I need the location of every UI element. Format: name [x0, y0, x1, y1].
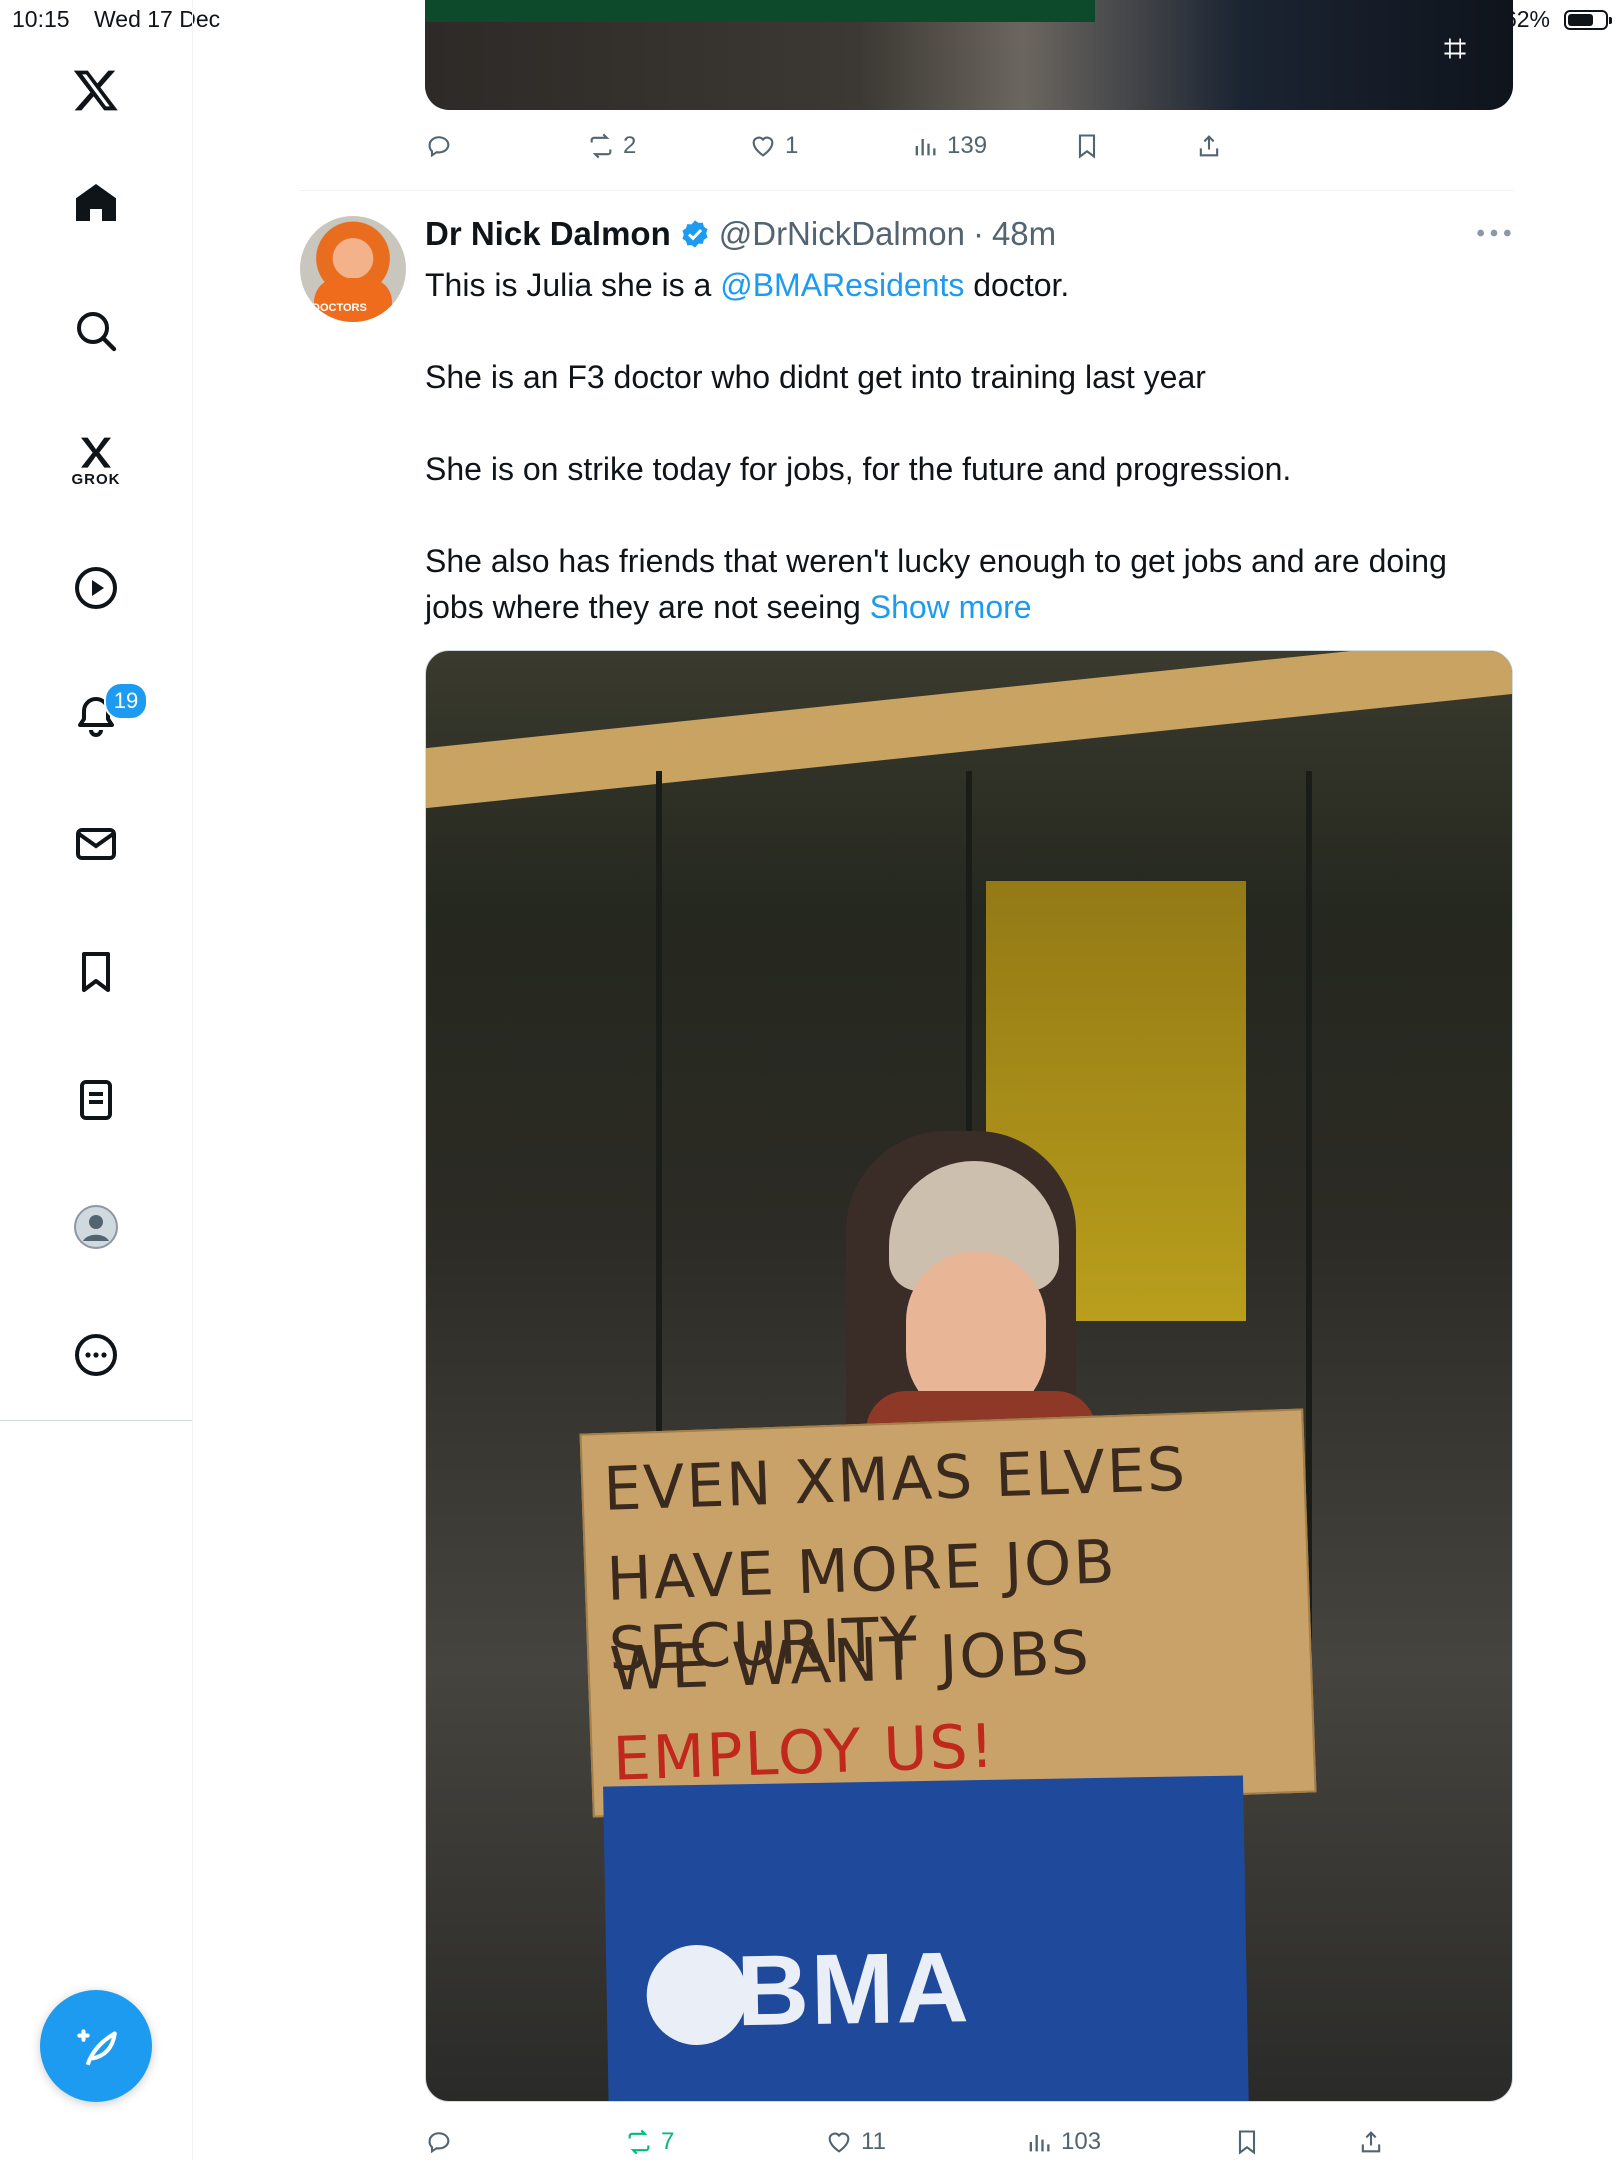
- search-icon[interactable]: [0, 286, 192, 376]
- share-button[interactable]: [1195, 126, 1223, 166]
- text-paragraph-3: She is on strike today for jobs, for the…: [425, 451, 1292, 487]
- views-count: 103: [1061, 2128, 1102, 2155]
- timeline: ⌗ 2 1 139 DOCTORS Dr Nick Dalmon @DrNick…: [300, 0, 1514, 2160]
- reply-button[interactable]: [425, 126, 453, 166]
- bookmark-button[interactable]: [1233, 2122, 1261, 2162]
- post-separator: [300, 190, 1514, 191]
- verified-badge-icon: [682, 220, 708, 248]
- views-button[interactable]: 103: [1025, 2122, 1101, 2162]
- share-icon: [1361, 2131, 1381, 2153]
- previous-post-actions: 2 1 139: [425, 126, 1513, 166]
- like-count: 11: [861, 2128, 886, 2155]
- text-part: This is Julia she is a: [425, 267, 721, 303]
- more-options-icon[interactable]: [1474, 218, 1514, 248]
- text-part: doctor.: [964, 267, 1070, 303]
- video-icon[interactable]: [0, 543, 192, 633]
- avatar-text: DOCTORS: [312, 302, 367, 314]
- post-text: This is Julia she is a @BMAResidents doc…: [425, 262, 1513, 630]
- messages-icon[interactable]: [0, 799, 192, 889]
- post-time[interactable]: 48m: [992, 215, 1056, 253]
- compose-icon: [77, 2029, 117, 2066]
- views-count: 139: [947, 132, 988, 159]
- bma-flag: BMA: [603, 1775, 1249, 2101]
- heart-icon: [828, 2132, 850, 2153]
- post-image[interactable]: EVEN XMAS ELVES HAVE MORE JOB SECURITY W…: [425, 650, 1513, 2102]
- sidebar: GROK 19: [0, 0, 193, 2160]
- more-icon[interactable]: [0, 1310, 192, 1400]
- bma-logo-icon: [645, 1944, 748, 2046]
- grok-icon[interactable]: GROK: [0, 414, 192, 504]
- avatar[interactable]: DOCTORS: [300, 216, 406, 322]
- notification-badge: 19: [104, 682, 148, 720]
- text-paragraph-2: She is an F3 doctor who didnt get into t…: [425, 359, 1206, 395]
- reply-button[interactable]: [425, 2122, 453, 2162]
- lists-icon[interactable]: [0, 1055, 192, 1145]
- views-button[interactable]: 139: [911, 126, 987, 166]
- heart-icon: [752, 136, 774, 157]
- share-icon: [1199, 135, 1219, 157]
- author-handle[interactable]: @DrNickDalmon: [719, 215, 965, 253]
- repost-count: 7: [661, 2128, 675, 2155]
- bookmarks-icon[interactable]: [0, 927, 192, 1017]
- views-icon: [1029, 2135, 1050, 2152]
- share-button[interactable]: [1357, 2122, 1385, 2162]
- x-logo-icon[interactable]: [0, 45, 192, 135]
- repost-count: 2: [623, 132, 637, 159]
- repost-button[interactable]: 7: [625, 2122, 674, 2162]
- dot-separator: ·: [972, 215, 984, 252]
- flag-text: BMA: [735, 1931, 972, 2048]
- compose-button[interactable]: [40, 1990, 152, 2102]
- bookmark-button[interactable]: [1073, 126, 1101, 166]
- like-count: 1: [785, 132, 799, 159]
- repost-icon: [590, 133, 612, 159]
- sign-line: EVEN XMAS ELVES: [602, 1434, 1189, 1525]
- reply-icon: [428, 2132, 450, 2154]
- sidebar-divider: [0, 1420, 192, 1421]
- like-button[interactable]: 1: [749, 126, 798, 166]
- views-icon: [915, 139, 936, 156]
- profile-icon[interactable]: [0, 1182, 192, 1272]
- repost-button[interactable]: 2: [587, 126, 636, 166]
- like-button[interactable]: 11: [825, 2122, 886, 2162]
- mention-link[interactable]: @BMAResidents: [720, 267, 964, 303]
- bookmark-icon: [1078, 134, 1096, 159]
- post-header: Dr Nick Dalmon @DrNickDalmon · 48m: [425, 214, 1056, 254]
- post-actions: 7 11 103: [425, 2122, 1513, 2162]
- grok-label: GROK: [71, 470, 121, 488]
- protest-sign: EVEN XMAS ELVES HAVE MORE JOB SECURITY W…: [579, 1408, 1317, 1818]
- author-name[interactable]: Dr Nick Dalmon: [425, 215, 671, 253]
- show-more-link[interactable]: Show more: [870, 589, 1032, 625]
- notifications-icon[interactable]: 19: [0, 670, 192, 760]
- bookmark-icon: [1238, 2130, 1256, 2155]
- previous-post-media[interactable]: ⌗: [425, 0, 1513, 110]
- portcullis-icon: ⌗: [1443, 27, 1467, 71]
- repost-icon: [628, 2129, 650, 2155]
- battery-icon: [1564, 10, 1612, 30]
- reply-icon: [428, 136, 450, 158]
- home-icon[interactable]: [0, 158, 192, 248]
